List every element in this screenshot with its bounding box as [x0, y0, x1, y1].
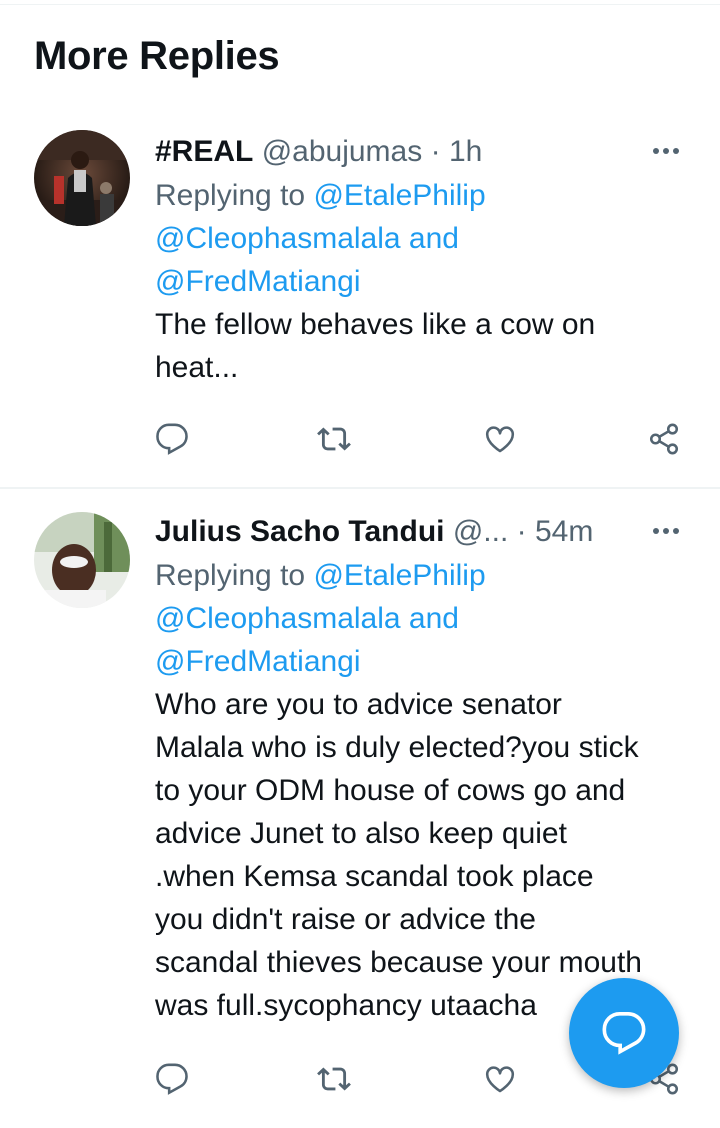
more-options-icon[interactable] [648, 132, 684, 168]
replying-to: Replying to @EtalePhilip @Cleophasmalala… [155, 174, 684, 303]
reply-tweet[interactable]: #REAL @abujumas · 1h Replying to @EtaleP… [0, 110, 720, 486]
retweet-icon[interactable] [317, 422, 357, 462]
tweet-text-line: Who are you to advice senator [155, 688, 562, 721]
section-title: More Replies [34, 34, 280, 78]
tweet-text-line: scandal thieves because your mouth [155, 946, 642, 979]
tweet-text-line: .when Kemsa scandal took place [155, 860, 594, 893]
mention-link[interactable]: @FredMatiangi [155, 645, 361, 678]
tweet-text-line: Malala who is duly elected?you stick [155, 731, 639, 764]
tweet-text-line: to your ODM house of cows go and [155, 774, 626, 807]
mention-link[interactable]: @FredMatiangi [155, 265, 361, 298]
avatar[interactable] [34, 130, 130, 226]
compose-reply-icon [602, 1012, 646, 1055]
action-bar [155, 422, 685, 462]
tweet-text-line: you didn't raise or advice the [155, 903, 536, 936]
reply-icon[interactable] [155, 1062, 195, 1102]
mention-link[interactable]: @EtalePhilip [313, 559, 485, 592]
top-divider [0, 4, 720, 5]
avatar[interactable] [34, 512, 130, 608]
tweet-text: Who are you to advice senator Malala who… [155, 683, 684, 1027]
tweet-text-line: heat... [155, 351, 239, 384]
more-options-icon[interactable] [648, 512, 684, 548]
like-icon[interactable] [483, 1062, 523, 1102]
replying-to-label: Replying to [155, 559, 314, 592]
compose-reply-button[interactable] [569, 978, 679, 1088]
display-name[interactable]: Julius Sacho Tandui [155, 515, 444, 548]
timestamp[interactable]: 54m [535, 515, 593, 548]
reply-divider [0, 487, 720, 489]
mention-link[interactable]: @EtalePhilip [313, 179, 485, 212]
reply-header: #REAL @abujumas · 1h [155, 132, 684, 174]
like-icon[interactable] [483, 422, 523, 462]
mention-link[interactable]: @Cleophasmalala and [155, 222, 459, 255]
replying-to: Replying to @EtalePhilip @Cleophasmalala… [155, 554, 684, 683]
separator-dot: · [430, 135, 441, 168]
tweet-text: The fellow behaves like a cow on heat... [155, 303, 684, 389]
tweet-text-line: The fellow behaves like a cow on [155, 308, 596, 341]
user-handle[interactable]: @... [453, 515, 508, 548]
timestamp[interactable]: 1h [449, 135, 482, 168]
replying-to-label: Replying to [155, 179, 314, 212]
separator-dot: · [516, 515, 527, 548]
share-icon[interactable] [647, 422, 687, 462]
retweet-icon[interactable] [317, 1062, 357, 1102]
tweet-text-line: advice Junet to also keep quiet [155, 817, 567, 850]
mention-link[interactable]: @Cleophasmalala and [155, 602, 459, 635]
reply-header: Julius Sacho Tandui @... · 54m [155, 512, 684, 554]
display-name[interactable]: #REAL [155, 135, 253, 168]
reply-icon[interactable] [155, 422, 195, 462]
user-handle[interactable]: @abujumas [262, 135, 423, 168]
